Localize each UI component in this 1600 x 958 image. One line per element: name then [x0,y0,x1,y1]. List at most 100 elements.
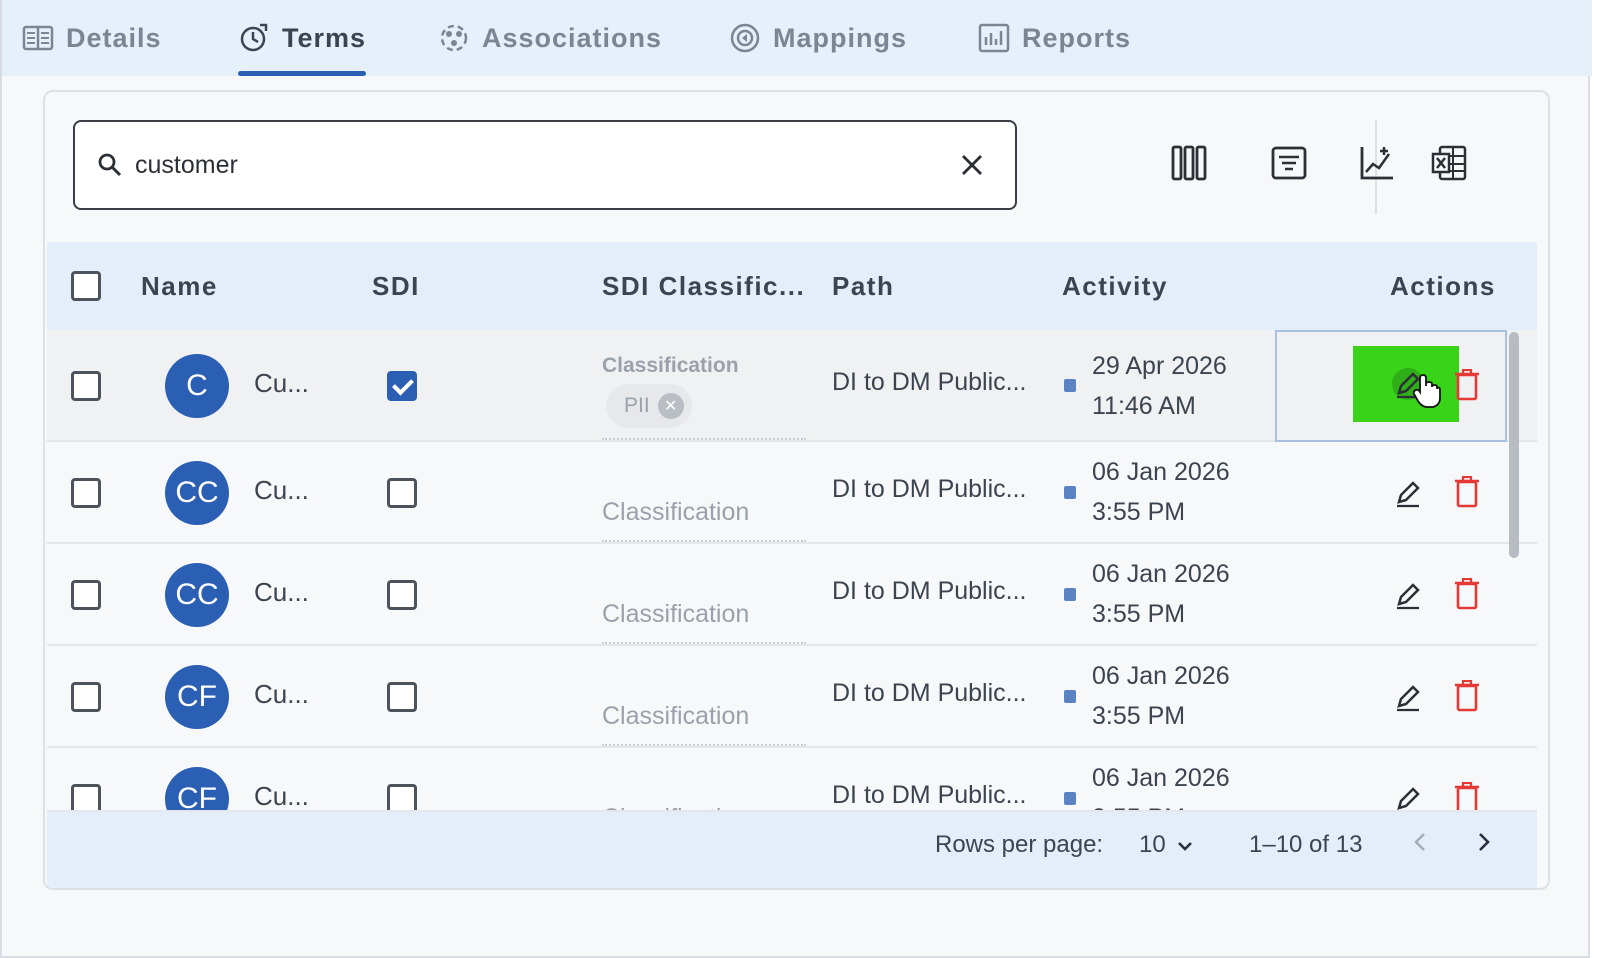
sdi-checkbox[interactable] [387,580,417,610]
column-header-activity[interactable]: Activity [1062,242,1168,330]
term-name[interactable]: Cu... [254,679,309,710]
avatar: CC [165,563,229,627]
classification-placeholder: Classification [602,498,750,526]
delete-icon[interactable] [1454,577,1480,615]
classification-placeholder: Classification [602,600,750,628]
edit-icon[interactable] [1391,476,1425,515]
terms-panel: Details Terms Associations Mappings Repo… [0,0,1592,958]
details-icon [22,24,54,52]
tab-terms[interactable]: Terms [238,0,367,76]
row-checkbox[interactable] [71,580,101,610]
sdi-classification-field[interactable]: Classification PII ✕ [602,354,806,440]
row-checkbox[interactable] [71,478,101,508]
sdi-classification-field[interactable]: Classification [602,600,806,644]
columns-icon[interactable] [1171,144,1207,187]
pointer-cursor-icon [1412,374,1441,413]
term-name[interactable]: Cu... [254,577,309,608]
rows-per-page-select[interactable]: 10 [1139,812,1194,878]
activity-time: 3:55 PM [1092,702,1186,730]
term-name[interactable]: Cu... [254,368,309,399]
table-row[interactable]: CF Cu... Classification DI to DM Public.… [47,646,1537,748]
chip-label: PII [624,394,650,417]
search-icon [97,152,123,183]
next-page-button[interactable] [1477,812,1491,878]
previous-page-button[interactable] [1413,812,1427,878]
delete-icon[interactable] [1454,475,1480,513]
table-scrollbar[interactable] [1507,330,1521,825]
term-name[interactable]: Cu... [254,475,309,506]
activity-date: 06 Jan 2026 [1092,764,1230,792]
tab-mappings-label: Mappings [773,22,907,53]
delete-icon[interactable] [1454,679,1480,717]
excel-export-icon[interactable] [1431,144,1467,187]
associations-icon [438,22,470,54]
tab-associations[interactable]: Associations [438,0,662,76]
search-input[interactable]: customer [135,151,238,180]
calendar-icon [1064,690,1076,703]
activity-date: 06 Jan 2026 [1092,458,1230,486]
scrollbar-thumb[interactable] [1509,332,1519,558]
term-path: DI to DM Public... [832,475,1027,503]
classification-placeholder: Classification [602,702,750,730]
active-tab-indicator [238,71,367,76]
column-header-sdi[interactable]: SDI [372,242,420,330]
edit-icon[interactable] [1391,578,1425,617]
avatar: CF [165,665,229,729]
activity-date: 06 Jan 2026 [1092,662,1230,690]
calendar-icon [1064,379,1076,392]
sdi-checkbox[interactable] [387,682,417,712]
avatar: CC [165,461,229,525]
close-icon[interactable] [957,150,987,185]
table-row[interactable]: CC Cu... Classification DI to DM Public.… [47,442,1537,544]
avatar: C [165,354,229,418]
sdi-classification-field[interactable]: Classification [602,702,806,746]
column-header-path[interactable]: Path [832,242,894,330]
delete-icon[interactable] [1454,368,1480,406]
chart-icon[interactable] [1359,144,1395,187]
table-row[interactable]: C Cu... Classification PII ✕ DI to DM Pu… [47,330,1537,442]
terms-icon [238,22,270,54]
tab-reports[interactable]: Reports [978,0,1131,76]
table-header: Name SDI SDI Classific... Path Activity … [47,242,1537,330]
table-body: C Cu... Classification PII ✕ DI to DM Pu… [47,330,1537,825]
chip-remove-icon[interactable]: ✕ [657,393,684,419]
column-header-sdi-classification[interactable]: SDI Classific... [602,242,805,330]
term-path: DI to DM Public... [832,679,1027,707]
tab-details-label: Details [66,22,162,53]
row-checkbox[interactable] [71,371,101,401]
tab-terms-label: Terms [282,22,367,53]
tab-reports-label: Reports [1022,22,1132,53]
mappings-icon [729,22,761,54]
search-box[interactable]: customer [73,120,1017,210]
tab-bar: Details Terms Associations Mappings Repo… [2,0,1592,76]
edit-icon[interactable] [1391,680,1425,719]
table-pagination: Rows per page: 10 1–10 of 13 [47,810,1537,888]
activity-date: 06 Jan 2026 [1092,560,1230,588]
activity-time: 3:55 PM [1092,600,1186,628]
term-path: DI to DM Public... [832,577,1027,605]
chevron-left-icon [1413,831,1427,860]
sdi-checkbox[interactable] [387,371,417,401]
rows-per-page-value: 10 [1139,831,1166,858]
activity-date: 29 Apr 2026 [1092,352,1227,380]
table-row[interactable]: CC Cu... Classification DI to DM Public.… [47,544,1537,646]
term-name[interactable]: Cu... [254,781,309,812]
sdi-checkbox[interactable] [387,478,417,508]
activity-time: 11:46 AM [1092,392,1196,420]
select-all-checkbox[interactable] [71,271,101,301]
calendar-icon [1064,486,1076,499]
tab-mappings[interactable]: Mappings [729,0,907,76]
calendar-icon [1064,792,1076,805]
sdi-classification-field[interactable]: Classification [602,498,806,542]
classification-label: Classification [602,354,739,377]
classification-chip: PII ✕ [606,384,692,428]
rows-per-page-label: Rows per page: [935,831,1104,858]
filter-list-icon[interactable] [1271,144,1307,187]
term-path: DI to DM Public... [832,781,1027,809]
chevron-down-icon [1176,831,1194,859]
reports-icon [978,23,1010,53]
column-header-name[interactable]: Name [141,242,218,330]
row-checkbox[interactable] [71,682,101,712]
term-path: DI to DM Public... [832,368,1027,396]
tab-details[interactable]: Details [22,0,162,76]
